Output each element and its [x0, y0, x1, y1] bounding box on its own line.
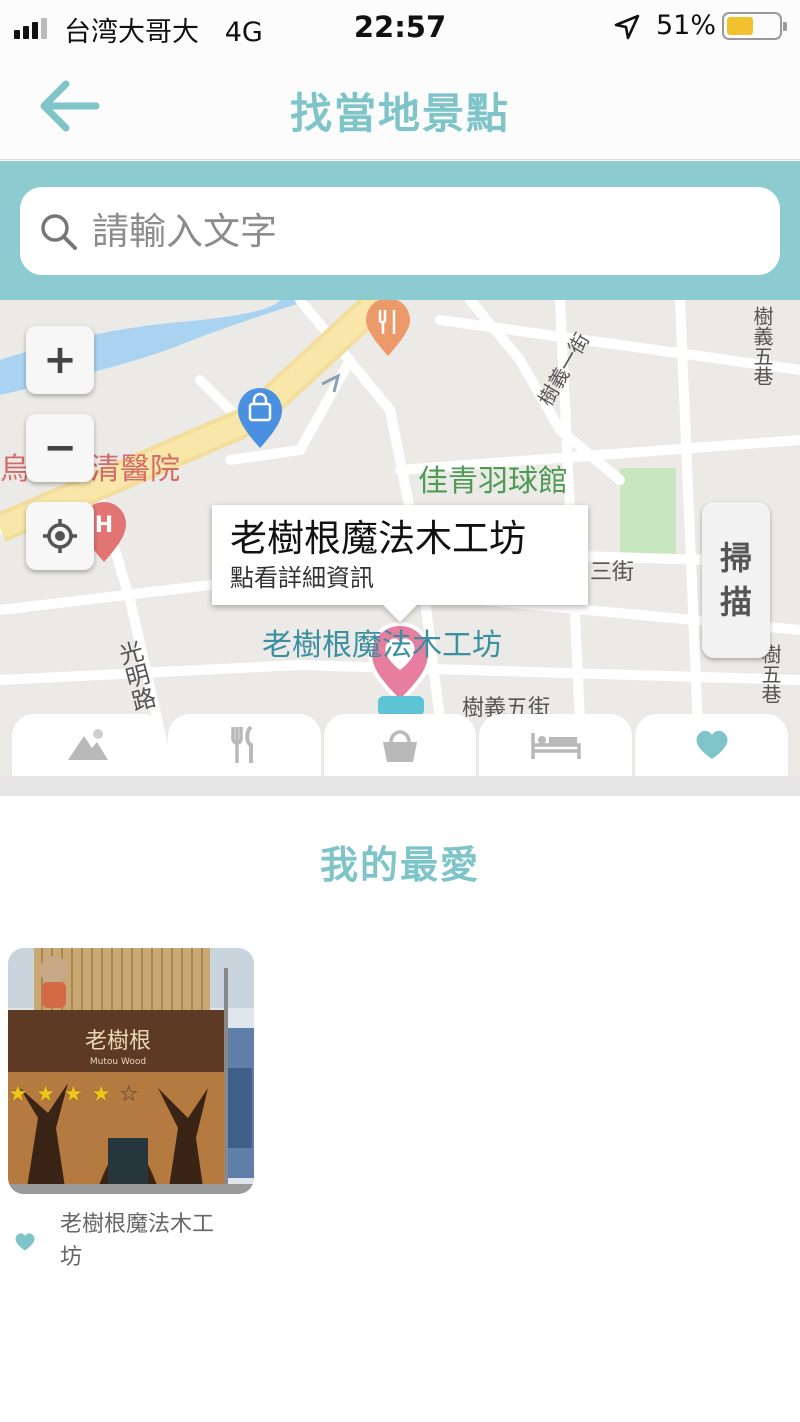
category-tabs: [12, 714, 788, 776]
svg-text:H: H: [95, 513, 113, 538]
favorite-photo[interactable]: 老樹根 Mutou Wood: [8, 948, 254, 1194]
search-band: [0, 161, 800, 300]
map-label-shuyi-5-lane: 樹義五巷: [750, 306, 774, 386]
storefront-sign-sub: Mutou Wood: [90, 1057, 146, 1067]
tab-lodging[interactable]: [479, 714, 633, 776]
locate-me-button[interactable]: [26, 502, 94, 570]
status-bar: 台湾大哥大 4G 22:57 51%: [0, 0, 800, 52]
tab-scenery[interactable]: [12, 714, 165, 776]
favorite-name: 老樹根魔法木工坊: [60, 1212, 215, 1270]
mountain-icon: [68, 729, 109, 760]
utensils-icon: [231, 725, 254, 763]
star-filled-icon: ★: [8, 1082, 28, 1107]
battery-icon: [722, 12, 787, 40]
tab-shopping[interactable]: [323, 714, 477, 776]
map-label-marker: 老樹根魔法木工坊: [262, 628, 502, 663]
map-view[interactable]: H 烏日澄清醫院 佳青羽球館 老樹根魔法木工坊 光明路 樹義五街 樹義一街 樹義…: [0, 300, 800, 776]
zoom-out-button[interactable]: −: [26, 414, 94, 482]
search-icon: [41, 214, 77, 250]
shopping-bag-icon: [382, 730, 417, 762]
callout-title: 老樹根魔法木工坊: [230, 517, 526, 560]
tab-divider: [0, 776, 800, 796]
star-filled-icon: ★: [63, 1082, 84, 1107]
map-label-3rd-street: 三街: [590, 560, 635, 585]
favorite-heart-icon[interactable]: [14, 1232, 36, 1252]
scan-button[interactable]: 掃 描: [702, 502, 770, 658]
bed-icon: [531, 733, 581, 759]
map-callout[interactable]: 老樹根魔法木工坊 點看詳細資訊: [212, 505, 588, 622]
star-filled-icon: ★: [91, 1082, 111, 1107]
location-arrow-icon: [614, 14, 640, 40]
map-label-badminton: 佳青羽球館: [418, 464, 568, 499]
tab-food[interactable]: [167, 714, 321, 776]
section-title: 我的最愛: [319, 843, 480, 887]
favorite-card[interactable]: 老樹根 Mutou Wood 老樹根魔法木工坊 ★ ★ ★ ★ ☆: [8, 948, 254, 1274]
tab-favorites[interactable]: [635, 714, 788, 776]
rating-stars: ★ ★ ★ ★ ☆: [8, 1084, 139, 1106]
star-empty-icon: ☆: [118, 1082, 139, 1107]
star-filled-icon: ★: [35, 1082, 56, 1107]
favorite-meta: 老樹根魔法木工坊: [8, 1194, 254, 1274]
search-box[interactable]: [20, 187, 780, 275]
heart-icon: [696, 730, 728, 759]
storefront-image: 老樹根 Mutou Wood: [8, 948, 254, 1194]
storefront-sign: 老樹根: [85, 1029, 151, 1054]
page-title: 找當地景點: [289, 89, 510, 138]
crosshair-icon: [43, 519, 77, 553]
battery-percent: 51%: [656, 10, 717, 41]
search-input[interactable]: [92, 201, 752, 261]
app-header: 找當地景點: [0, 52, 800, 160]
zoom-in-button[interactable]: +: [26, 326, 94, 394]
